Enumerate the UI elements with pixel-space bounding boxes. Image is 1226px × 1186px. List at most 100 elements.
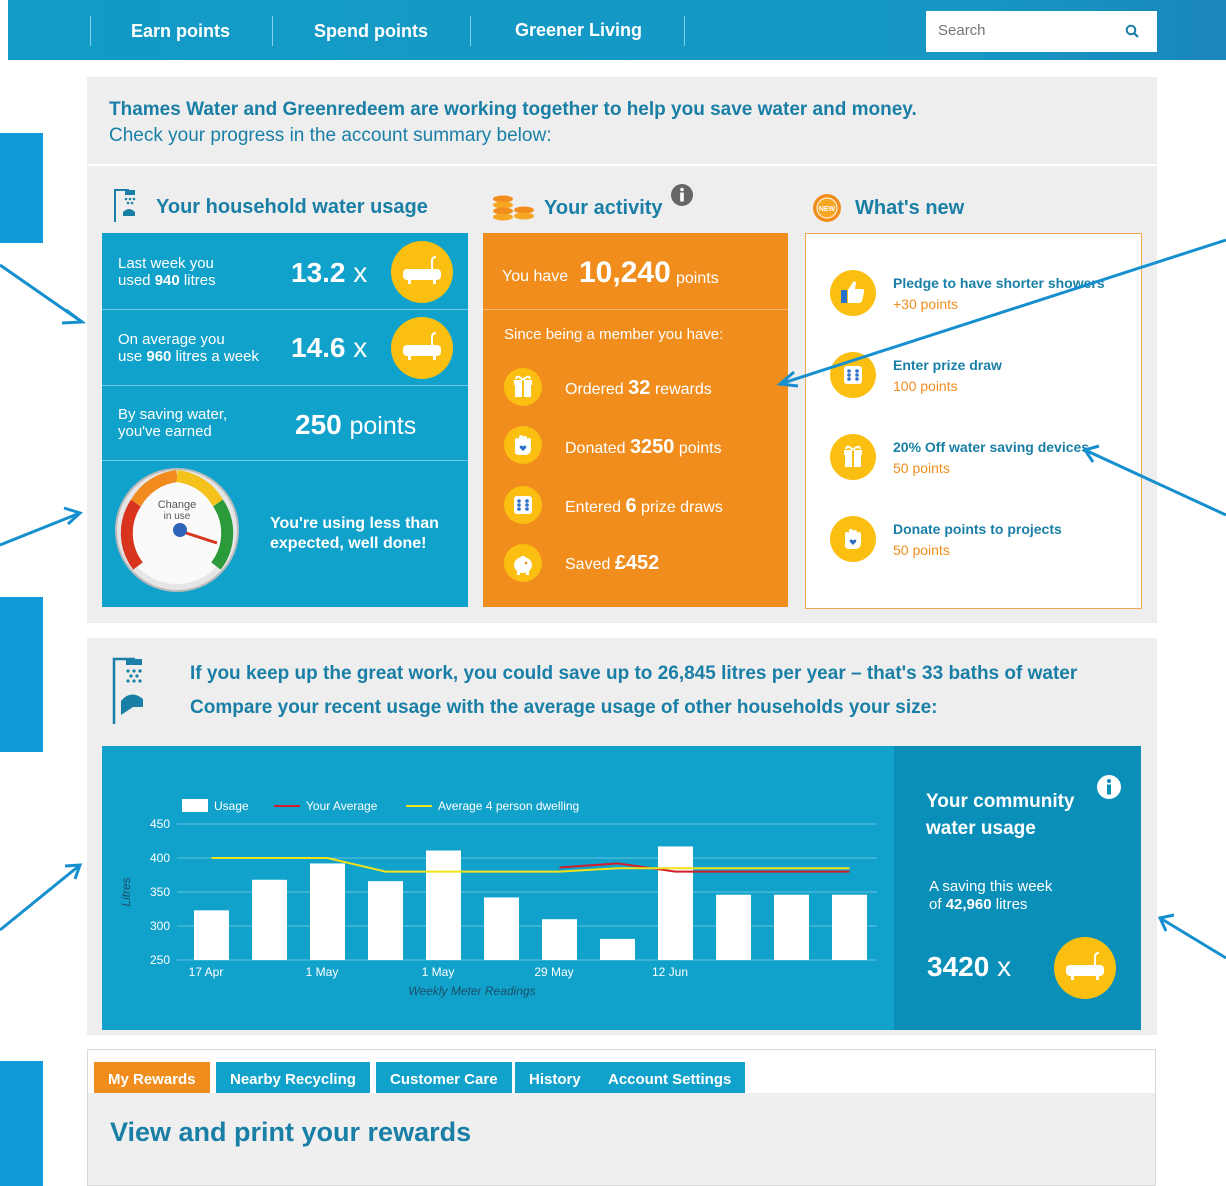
y-tick-label: 450 (150, 817, 170, 831)
search-input[interactable] (936, 21, 1116, 40)
activity-title: Your activity (544, 197, 663, 219)
donate-hand-icon (504, 426, 542, 464)
new-badge-icon: NEW (813, 194, 841, 222)
news-donate-projects-link[interactable]: Donate points to projects (893, 521, 1062, 537)
times-sign: x (997, 951, 1012, 982)
usage-bar-chart: 250 300 350 400 450 17 Apr 1 May 1 May 29 May 12 … (119, 799, 877, 998)
y-tick-label: 350 (150, 885, 170, 899)
donate-hand-icon (830, 516, 876, 562)
times-sign: x (353, 332, 368, 363)
community-title: Your community water usage (926, 788, 1075, 842)
usage-bar (716, 894, 751, 960)
usage-bar (542, 919, 577, 960)
thumbs-up-icon (830, 270, 876, 316)
intro-heading: Thames Water and Greenredeem are working… (109, 99, 917, 120)
search-icon[interactable] (1125, 24, 1139, 38)
nav-spend-points[interactable]: Spend points (314, 21, 428, 42)
gift-graphic (844, 445, 862, 467)
usage-message-line1: You're using less than (270, 515, 439, 532)
bath-icon (391, 317, 453, 379)
community-saving-litres: 42,960 (945, 896, 992, 913)
shower-icon (112, 657, 143, 724)
points-word: points (349, 412, 417, 440)
x-tick-label: 1 May (422, 965, 455, 979)
news-pledge-points: +30 points (893, 296, 958, 312)
annotation-arrowhead (61, 308, 87, 325)
saving-label: By saving water, you've earned (118, 406, 227, 440)
x-tick-label: 12 Jun (652, 965, 688, 979)
tab-my-rewards[interactable]: My Rewards (94, 1062, 210, 1093)
last-week-row: Last week you used 940 litres 13.2 x (102, 233, 468, 310)
legend-swatch-usage (182, 799, 208, 812)
tab-account-settings[interactable]: Account Settings (594, 1062, 746, 1093)
news-prize-draw-link[interactable]: Enter prize draw (893, 357, 1002, 373)
y-tick-label: 300 (150, 919, 170, 933)
activity-rewards-post: rewards (650, 381, 712, 398)
activity-saved-value: £452 (614, 552, 660, 574)
activity-saved: Saved £452 (565, 552, 659, 575)
usage-bar (252, 879, 287, 960)
thumbs-up-graphic (841, 281, 865, 303)
news-water-devices-link[interactable]: 20% Off water saving devices (893, 439, 1089, 455)
points-earned-value: 250 (295, 409, 342, 440)
legend-label: Usage (214, 799, 249, 813)
community-title-line1: Your community (926, 791, 1075, 812)
usage-bar (194, 910, 229, 960)
last-week-label: Last week you used 940 litres (118, 255, 216, 289)
new-badge-text: NEW (819, 206, 836, 213)
activity-donated-pre: Donated (565, 440, 630, 457)
average-label-litres: litres a week (171, 348, 259, 365)
bathtub-graphic (403, 332, 441, 360)
info-icon[interactable] (670, 183, 694, 207)
activity-rewards-pre: Ordered (565, 381, 629, 398)
tab-history[interactable]: History (515, 1062, 595, 1093)
average-bath-count: 14.6 x (291, 332, 367, 364)
nav-earn-points[interactable]: Earn points (131, 21, 230, 42)
community-saving-of: of (929, 896, 946, 913)
nav-separator (470, 16, 471, 46)
activity-donated-post: points (674, 440, 722, 457)
community-value: 3420 (927, 951, 990, 982)
coins-icon (493, 195, 534, 221)
points-total: 10,240 (579, 256, 671, 289)
last-week-label-litres: litres (179, 272, 216, 289)
info-icon[interactable] (1096, 774, 1122, 800)
community-saving-line1: A saving this week (929, 878, 1053, 895)
news-pledge-showers-link[interactable]: Pledge to have shorter showers (893, 275, 1105, 291)
last-week-bath-count: 13.2 x (291, 257, 367, 289)
annotation-arrowhead (63, 506, 83, 526)
average-label: On average you use 960 litres a week (118, 331, 259, 365)
community-bath-count: 3420 x (927, 951, 1011, 983)
tab-nearby-recycling[interactable]: Nearby Recycling (216, 1062, 370, 1093)
annotation-arrowhead (1157, 913, 1175, 932)
hand-heart-graphic (845, 529, 861, 549)
y-tick-label: 400 (150, 851, 170, 865)
legend-label: Your Average (306, 799, 378, 813)
divider (87, 164, 1157, 166)
usage-gauge-icon: Change in use (115, 468, 239, 592)
left-accent-bar (0, 597, 43, 752)
activity-draws-post: prize draws (636, 499, 723, 516)
usage-chart-panel: 250 300 350 400 450 17 Apr 1 May 1 May 29 May 12 … (102, 746, 894, 1030)
dice-graphic (514, 496, 532, 514)
bathtub-graphic (1066, 952, 1104, 980)
nav-greener-living[interactable]: Greener Living (515, 20, 642, 41)
household-usage-box: Last week you used 940 litres 13.2 x On … (102, 233, 468, 607)
tab-customer-care[interactable]: Customer Care (376, 1062, 512, 1093)
usage-bar (774, 894, 809, 960)
usage-bar (310, 863, 345, 960)
bath-icon (1054, 937, 1116, 999)
community-usage-box: Your community water usage A saving this… (894, 746, 1141, 1030)
average-value: 14.6 (291, 332, 346, 363)
nav-separator (272, 16, 273, 46)
community-saving-unit: litres (991, 896, 1028, 913)
activity-donated: Donated 3250 points (565, 436, 722, 459)
whats-new-title: What's new (855, 197, 965, 219)
points-word: points (676, 270, 719, 287)
activity-draws-pre: Entered (565, 499, 626, 516)
bathtub-graphic (403, 256, 441, 284)
x-tick-label: 1 May (306, 965, 339, 979)
times-sign: x (353, 257, 368, 288)
saving-label-line1: By saving water, (118, 406, 228, 423)
dice-icon (504, 486, 542, 524)
